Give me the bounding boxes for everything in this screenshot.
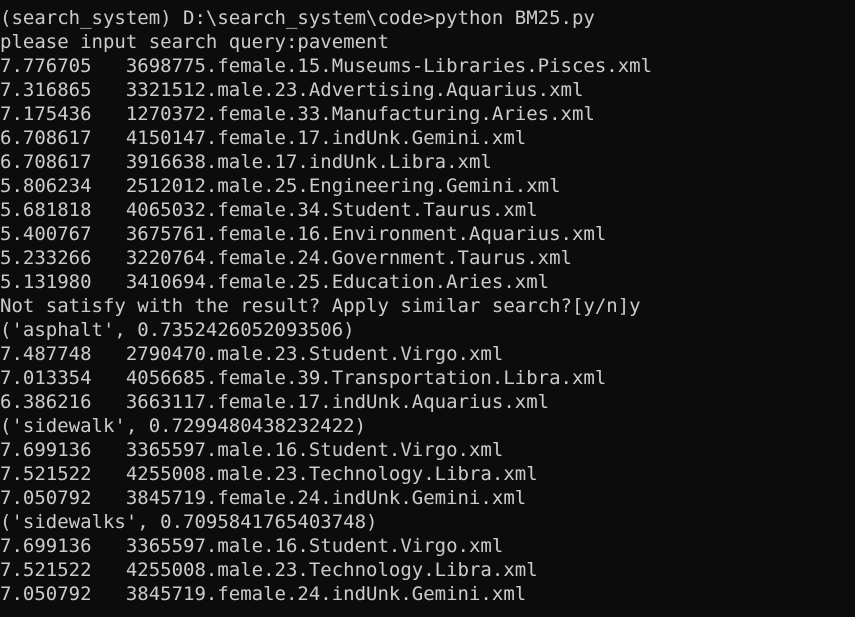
console-line: 7.316865 3321512.male.23.Advertising.Aqu…: [0, 79, 584, 101]
console-line: 5.233266 3220764.female.24.Government.Ta…: [0, 247, 572, 269]
console-line: (search_system) D:\search_system\code>py…: [0, 7, 595, 29]
console-line: 7.050792 3845719.female.24.indUnk.Gemini…: [0, 487, 527, 509]
console-line: 5.400767 3675761.female.16.Environment.A…: [0, 223, 607, 245]
console-line: 7.699136 3365597.male.16.Student.Virgo.x…: [0, 439, 504, 461]
console-line: 5.806234 2512012.male.25.Engineering.Gem…: [0, 175, 561, 197]
console-line: 7.487748 2790470.male.23.Student.Virgo.x…: [0, 343, 504, 365]
console-line: 7.013354 4056685.female.39.Transportatio…: [0, 367, 607, 389]
console-line: 7.776705 3698775.female.15.Museums-Libra…: [0, 55, 653, 77]
console-line: 7.521522 4255008.male.23.Technology.Libr…: [0, 463, 538, 485]
console-line: ('sidewalk', 0.7299480438232422): [0, 415, 367, 437]
console-line: 7.521522 4255008.male.23.Technology.Libr…: [0, 559, 538, 581]
console-line: 5.131980 3410694.female.25.Education.Ari…: [0, 271, 550, 293]
console-line: 7.050792 3845719.female.24.indUnk.Gemini…: [0, 583, 527, 605]
console-line: 7.175436 1270372.female.33.Manufacturing…: [0, 103, 595, 125]
console-line: 6.708617 3916638.male.17.indUnk.Libra.xm…: [0, 151, 492, 173]
console-line: Not satisfy with the result? Apply simil…: [0, 295, 641, 317]
console-line: 6.386216 3663117.female.17.indUnk.Aquari…: [0, 391, 550, 413]
console-line: please input search query:pavement: [0, 31, 389, 53]
console-line: 7.699136 3365597.male.16.Student.Virgo.x…: [0, 535, 504, 557]
console-output: (search_system) D:\search_system\code>py…: [0, 6, 855, 606]
console-line: 5.681818 4065032.female.34.Student.Tauru…: [0, 199, 538, 221]
console-line: ('asphalt', 0.7352426052093506): [0, 319, 355, 341]
console-line: 6.708617 4150147.female.17.indUnk.Gemini…: [0, 127, 527, 149]
terminal-window[interactable]: (search_system) D:\search_system\code>py…: [0, 0, 855, 617]
console-line: ('sidewalks', 0.7095841765403748): [0, 511, 378, 533]
